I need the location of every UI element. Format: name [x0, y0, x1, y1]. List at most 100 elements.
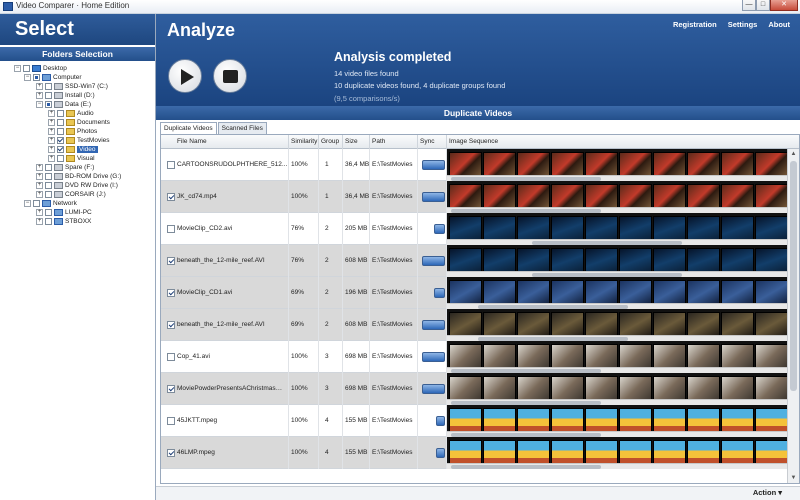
tree-checkbox[interactable] [57, 119, 64, 126]
scroll-up-arrow-icon[interactable]: ▲ [788, 149, 799, 159]
column-file-name[interactable]: File Name [161, 135, 289, 149]
tree-item[interactable]: + STBOXX [36, 217, 91, 226]
tree-checkbox[interactable] [57, 146, 64, 153]
close-button[interactable]: ✕ [770, 0, 798, 11]
tree-checkbox[interactable] [45, 218, 52, 225]
tree-item[interactable]: − Data (E:) [36, 100, 91, 109]
expander-icon[interactable]: + [36, 182, 43, 189]
expander-icon[interactable]: + [36, 218, 43, 225]
expander-icon[interactable]: + [36, 164, 43, 171]
table-row[interactable]: MovieClip_CD1.avi 69% 2 196 MB E:\TestMovies [161, 277, 799, 309]
tab-scanned-files[interactable]: Scanned Files [217, 122, 267, 134]
tree-item[interactable]: + Visual [48, 154, 95, 163]
expander-icon[interactable]: + [48, 128, 55, 135]
tree-item[interactable]: + Video [48, 145, 98, 154]
scroll-thumb[interactable] [790, 161, 797, 391]
expander-icon[interactable]: + [48, 155, 55, 162]
tree-item[interactable]: − Desktop [14, 64, 67, 73]
play-button[interactable] [168, 59, 202, 93]
tree-checkbox[interactable] [45, 83, 52, 90]
table-row[interactable]: 46LMP.mpeg 100% 4 155 MB E:\TestMovies [161, 437, 799, 469]
expander-icon[interactable]: − [14, 65, 21, 72]
expander-icon[interactable]: + [48, 146, 55, 153]
maximize-button[interactable]: □ [756, 0, 770, 11]
tree-checkbox[interactable] [45, 92, 52, 99]
minimize-button[interactable]: — [742, 0, 756, 11]
tree-item[interactable]: + Spare (F:) [36, 163, 94, 172]
expander-icon[interactable]: + [48, 110, 55, 117]
sync-bar[interactable] [422, 160, 445, 170]
tree-checkbox[interactable] [45, 173, 52, 180]
table-row[interactable]: beneath_the_12-mile_reef.AVI 76% 2 608 MB E:… [161, 245, 799, 277]
tab-duplicate-videos[interactable]: Duplicate Videos [160, 122, 217, 134]
tree-checkbox[interactable] [57, 137, 64, 144]
tree-checkbox[interactable] [23, 65, 30, 72]
sync-bar[interactable] [422, 384, 445, 394]
sequence-scroll-thumb[interactable] [451, 465, 601, 469]
expander-icon[interactable]: + [36, 83, 43, 90]
expander-icon[interactable]: + [48, 137, 55, 144]
tree-checkbox[interactable] [45, 182, 52, 189]
tree-item[interactable]: − Computer [24, 73, 82, 82]
sync-bar[interactable] [422, 256, 445, 266]
registration-link[interactable]: Registration [673, 20, 717, 29]
table-row[interactable]: CARTOONSRUDOLPHTHERE_512... 100% 1 36,4 MB E… [161, 149, 799, 181]
expander-icon[interactable]: + [36, 173, 43, 180]
sync-bar[interactable] [422, 352, 445, 362]
column-similarity[interactable]: Similarity [289, 135, 319, 149]
table-row[interactable]: JK_cd74.mp4 100% 1 36,4 MB E:\TestMovies [161, 181, 799, 213]
column-sync[interactable]: Sync [418, 135, 447, 149]
folder-tree[interactable]: − Desktop − Computer + SSD-Win7 (C:) + Install … [14, 64, 154, 226]
vertical-scrollbar[interactable]: ▲ ▼ [787, 149, 799, 483]
tree-checkbox[interactable] [45, 209, 52, 216]
expander-icon[interactable]: + [36, 209, 43, 216]
tree-item[interactable]: + TestMovies [48, 136, 110, 145]
sync-bar[interactable] [434, 224, 445, 234]
expander-icon[interactable]: − [24, 74, 31, 81]
table-row[interactable]: Cop_41.avi 100% 3 698 MB E:\TestMovies [161, 341, 799, 373]
scroll-down-arrow-icon[interactable]: ▼ [788, 473, 799, 483]
sequence-scrollbar[interactable] [447, 463, 787, 469]
tree-checkbox[interactable] [57, 128, 64, 135]
expander-icon[interactable]: − [24, 200, 31, 207]
table-row[interactable]: 45JKTT.mpeg 100% 4 155 MB E:\TestMovies [161, 405, 799, 437]
tree-item[interactable]: + CORSAIR (J:) [36, 190, 106, 199]
sync-bar[interactable] [422, 320, 445, 330]
column-group[interactable]: Group [319, 135, 343, 149]
tree-checkbox[interactable] [45, 191, 52, 198]
tree-item[interactable]: + SSD-Win7 (C:) [36, 82, 108, 91]
about-link[interactable]: About [768, 20, 790, 29]
tree-item[interactable]: + BD-ROM Drive (G:) [36, 172, 121, 181]
table-row[interactable]: MovieClip_CD2.avi 76% 2 205 MB E:\TestMovies [161, 213, 799, 245]
sync-bar[interactable] [434, 288, 445, 298]
tree-checkbox[interactable] [33, 74, 40, 81]
tree-checkbox[interactable] [57, 155, 64, 162]
tree-item[interactable]: + LUMI-PC [36, 208, 92, 217]
sync-bar[interactable] [436, 448, 445, 458]
sync-bar[interactable] [422, 192, 445, 202]
tree-checkbox[interactable] [45, 101, 52, 108]
group-cell: 4 [319, 437, 343, 469]
tree-item[interactable]: − Network [24, 199, 77, 208]
tree-checkbox[interactable] [57, 110, 64, 117]
settings-link[interactable]: Settings [728, 20, 758, 29]
tree-item[interactable]: + Photos [48, 127, 97, 136]
tree-item[interactable]: + DVD RW Drive (I:) [36, 181, 118, 190]
stop-button[interactable] [213, 59, 247, 93]
column-image-sequence[interactable]: Image Sequence [447, 135, 787, 149]
table-row[interactable]: MoviePowderPresentsAChristmasWit... 100% 3… [161, 373, 799, 405]
tree-checkbox[interactable] [45, 164, 52, 171]
tree-item[interactable]: + Documents [48, 118, 110, 127]
tree-item[interactable]: + Install (D:) [36, 91, 95, 100]
expander-icon[interactable]: − [36, 101, 43, 108]
tree-checkbox[interactable] [33, 200, 40, 207]
sync-bar[interactable] [436, 416, 445, 426]
column-size[interactable]: Size [343, 135, 370, 149]
tree-item[interactable]: + Audio [48, 109, 94, 118]
expander-icon[interactable]: + [36, 92, 43, 99]
column-path[interactable]: Path [370, 135, 418, 149]
expander-icon[interactable]: + [48, 119, 55, 126]
expander-icon[interactable]: + [36, 191, 43, 198]
table-row[interactable]: beneath_the_12-mile_reef.AVI 69% 2 608 MB E:… [161, 309, 799, 341]
action-menu-button[interactable]: Action ▾ [753, 488, 782, 497]
